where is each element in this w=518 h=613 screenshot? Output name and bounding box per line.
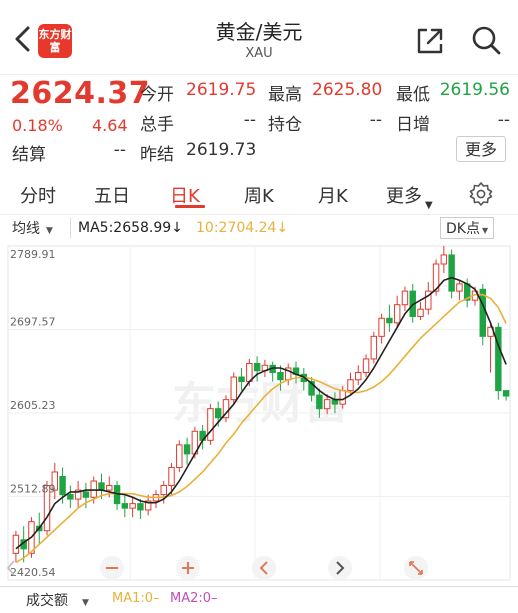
candle-up xyxy=(160,485,167,496)
candlestick-chart[interactable]: 东方财富 2789.912697.572605.232512.892420.54 xyxy=(0,238,518,586)
caret-down-icon: ▼ xyxy=(46,226,53,236)
zoom-in-button[interactable] xyxy=(176,556,200,580)
field-value-volume: -- xyxy=(243,110,256,130)
y-tick-label: 2420.54 xyxy=(10,566,56,579)
field-label-low: 最低 xyxy=(396,85,430,105)
last-price: 2624.37 xyxy=(10,76,151,111)
candle-up xyxy=(378,317,385,337)
tab-weekly-k[interactable]: 周K xyxy=(244,182,274,208)
change-percent: 0.18% xyxy=(12,116,63,135)
field-value-open: 2619.75 xyxy=(186,80,257,100)
candle-up xyxy=(12,534,20,554)
candle-up xyxy=(362,358,370,374)
search-icon[interactable] xyxy=(470,24,502,56)
candle-up xyxy=(129,503,136,509)
more-quote-button[interactable]: 更多 xyxy=(456,136,506,162)
candle-up xyxy=(417,308,424,317)
field-value-high: 2625.80 xyxy=(312,80,383,100)
field-value-settle: -- xyxy=(113,140,126,160)
field-value-open-interest: -- xyxy=(369,110,382,130)
field-label-settle: 结算 xyxy=(12,145,46,165)
candle-down xyxy=(214,408,222,419)
volume-ma1-readout: MA1:0– xyxy=(112,591,160,606)
candle-down xyxy=(82,491,90,498)
active-tab-indicator xyxy=(175,205,205,208)
y-tick-label: 2789.91 xyxy=(10,248,56,261)
candle-down xyxy=(137,503,144,511)
fullscreen-button[interactable] xyxy=(404,556,428,580)
field-label-daily-change: 日增 xyxy=(396,115,430,135)
field-label-prev-settle: 昨结 xyxy=(140,145,174,165)
scroll-left-button[interactable] xyxy=(252,556,276,580)
candle-up xyxy=(393,304,401,324)
field-value-daily-change: -- xyxy=(497,110,510,130)
candle-up xyxy=(168,466,175,487)
y-tick-label: 2605.23 xyxy=(10,399,56,412)
candle-up xyxy=(106,485,113,491)
candle-down xyxy=(448,254,455,292)
candle-down xyxy=(253,362,261,372)
caret-down-icon: ▼ xyxy=(425,200,433,211)
dk-points-select[interactable]: DK点 ▼ xyxy=(440,217,494,239)
tab-five-day[interactable]: 五日 xyxy=(94,182,130,208)
field-label-volume: 总手 xyxy=(140,115,174,135)
candle-up xyxy=(440,254,448,265)
candle-up xyxy=(90,480,97,498)
ma10-readout: 10:2704.24↓ xyxy=(196,220,289,236)
candle-up xyxy=(176,444,183,468)
candle-down xyxy=(67,494,74,500)
candle-down xyxy=(183,444,191,455)
y-tick-label: 2512.89 xyxy=(10,483,56,496)
candle-down xyxy=(386,317,393,324)
candle-up xyxy=(323,399,331,410)
field-label-high: 最高 xyxy=(268,85,302,105)
ma5-readout: MA5:2658.99↓ xyxy=(78,220,183,236)
ma-type-label: 均线 xyxy=(12,221,40,237)
tab-more-label: 更多 xyxy=(386,186,422,207)
ma-type-select[interactable]: 均线 ▼ xyxy=(12,218,71,238)
candle-down xyxy=(502,390,510,397)
candle-down xyxy=(238,376,245,383)
field-label-open-interest: 持仓 xyxy=(268,115,302,135)
field-value-prev-settle: 2619.73 xyxy=(186,140,257,160)
chart-controls xyxy=(6,556,428,580)
volume-ma2-readout: MA2:0– xyxy=(170,591,218,606)
candle-down xyxy=(495,326,502,392)
share-icon[interactable] xyxy=(415,26,445,56)
candle-up xyxy=(456,283,463,292)
volume-type-label: 成交额 xyxy=(26,593,68,609)
caret-down-icon: ▼ xyxy=(82,598,89,608)
field-value-low: 2619.56 xyxy=(439,80,510,100)
candle-down xyxy=(277,372,284,381)
candle-down xyxy=(316,394,323,410)
candle-up xyxy=(230,376,237,401)
tab-intraday[interactable]: 分时 xyxy=(20,182,56,208)
caret-down-icon: ▼ xyxy=(481,226,489,235)
zoom-out-button[interactable] xyxy=(100,556,124,580)
volume-type-select[interactable]: 成交额 ▼ xyxy=(26,590,89,610)
scroll-right-button[interactable] xyxy=(328,556,352,580)
dk-label: DK点 xyxy=(446,221,480,237)
settings-gear-icon[interactable] xyxy=(468,181,494,207)
candle-up xyxy=(370,335,378,360)
tab-more[interactable]: 更多 ▼ xyxy=(386,182,433,211)
field-label-open: 今开 xyxy=(140,85,174,105)
y-tick-label: 2697.57 xyxy=(10,316,56,329)
candle-down xyxy=(59,476,66,496)
change-amount: 4.64 xyxy=(92,116,128,135)
candle-up xyxy=(339,390,346,405)
candle-up xyxy=(355,372,362,381)
candle-up xyxy=(347,379,354,392)
candle-down xyxy=(121,503,129,509)
candle-up xyxy=(401,290,409,306)
candle-up xyxy=(207,408,214,441)
tab-monthly-k[interactable]: 月K xyxy=(318,182,348,208)
candle-down xyxy=(98,482,105,491)
